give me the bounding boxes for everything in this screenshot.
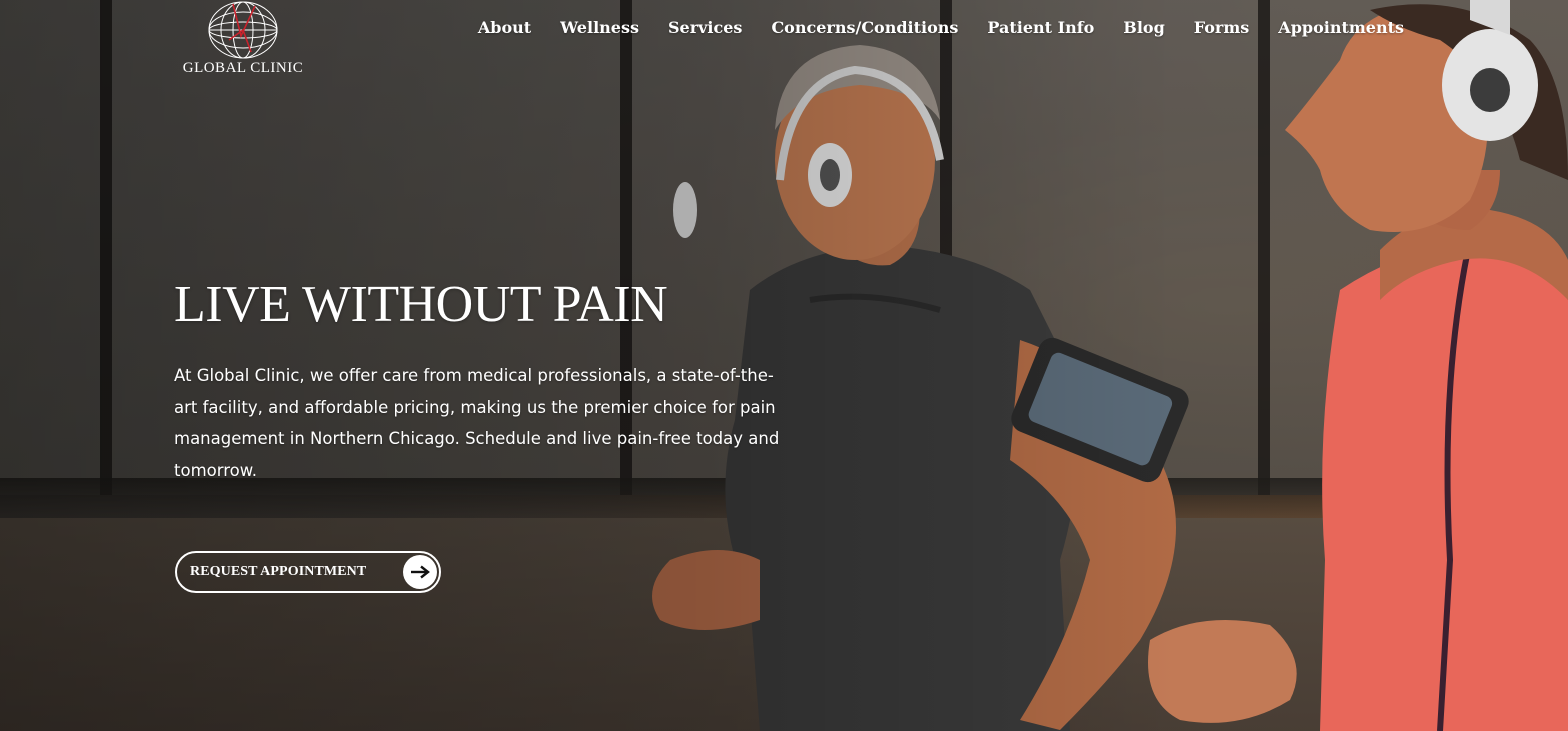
- hero-section: GLOBAL CLINIC About Wellness Services Co…: [0, 0, 1568, 731]
- nav-item-appointments[interactable]: Appointments: [1278, 18, 1404, 37]
- nav-item-concerns-conditions[interactable]: Concerns/Conditions: [771, 18, 958, 37]
- main-navigation: About Wellness Services Concerns/Conditi…: [478, 18, 1404, 37]
- request-appointment-button[interactable]: REQUEST APPOINTMENT: [175, 551, 441, 593]
- nav-item-forms[interactable]: Forms: [1194, 18, 1250, 37]
- nav-item-blog[interactable]: Blog: [1123, 18, 1164, 37]
- logo-text: GLOBAL CLINIC: [182, 60, 304, 76]
- nav-item-services[interactable]: Services: [668, 18, 742, 37]
- arrow-right-icon: [403, 555, 437, 589]
- hero-intro-text: At Global Clinic, we offer care from med…: [174, 366, 780, 480]
- hero-headline: LIVE WITHOUT PAIN: [174, 276, 668, 333]
- nav-item-wellness[interactable]: Wellness: [560, 18, 639, 37]
- nav-item-patient-info[interactable]: Patient Info: [987, 18, 1094, 37]
- global-clinic-logo[interactable]: GLOBAL CLINIC: [180, 0, 306, 80]
- wireframe-globe-logo-icon: [208, 1, 278, 59]
- nav-item-about[interactable]: About: [478, 18, 531, 37]
- request-appointment-label: REQUEST APPOINTMENT: [190, 564, 367, 579]
